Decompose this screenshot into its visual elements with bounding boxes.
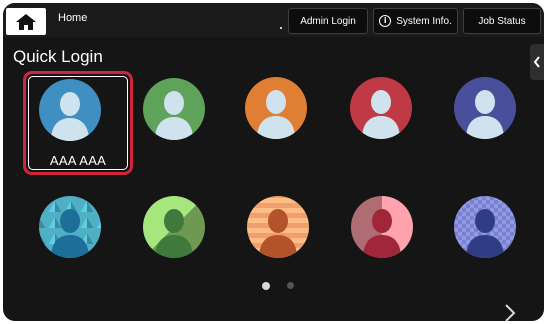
pager-dot-active[interactable] bbox=[262, 282, 270, 290]
user-avatar-5[interactable] bbox=[454, 77, 516, 139]
user-name-label: AAA AAA bbox=[49, 153, 107, 168]
user-avatar-3[interactable] bbox=[245, 77, 307, 139]
chevron-left-icon bbox=[533, 56, 540, 68]
page-title: Quick Login bbox=[13, 47, 103, 66]
home-button[interactable] bbox=[6, 8, 46, 35]
user-avatar-2[interactable] bbox=[143, 78, 205, 140]
person-icon bbox=[362, 90, 400, 139]
quick-login-screen: Home Admin Login i System Info. Job Stat… bbox=[3, 3, 544, 321]
person-icon bbox=[155, 209, 193, 258]
user-avatar-10[interactable] bbox=[454, 196, 516, 258]
status-dot bbox=[280, 27, 282, 29]
person-icon bbox=[155, 91, 193, 140]
info-icon: i bbox=[379, 15, 392, 27]
user-avatar-4[interactable] bbox=[350, 77, 412, 139]
person-icon bbox=[259, 209, 297, 258]
admin-login-label: Admin Login bbox=[300, 15, 356, 27]
admin-login-button[interactable]: Admin Login bbox=[288, 8, 368, 34]
person-icon bbox=[466, 90, 504, 139]
home-icon bbox=[16, 13, 36, 30]
job-status-button[interactable]: Job Status bbox=[463, 8, 541, 34]
person-icon bbox=[257, 90, 295, 139]
user-avatar-9[interactable] bbox=[351, 196, 413, 258]
person-icon bbox=[51, 209, 89, 258]
job-status-label: Job Status bbox=[478, 15, 526, 27]
side-panel-toggle[interactable] bbox=[530, 44, 544, 80]
person-icon bbox=[466, 209, 504, 258]
chevron-right-icon[interactable] bbox=[504, 304, 516, 321]
pager-dot-inactive[interactable] bbox=[287, 282, 294, 289]
user-avatar-8[interactable] bbox=[247, 196, 309, 258]
top-bar: Home Admin Login i System Info. Job Stat… bbox=[3, 3, 544, 37]
system-info-button[interactable]: i System Info. bbox=[373, 8, 458, 34]
home-label: Home bbox=[58, 12, 88, 24]
user-avatar-7[interactable] bbox=[143, 196, 205, 258]
person-icon bbox=[363, 209, 401, 258]
user-avatar-6[interactable] bbox=[39, 196, 101, 258]
system-info-label: System Info. bbox=[396, 15, 452, 27]
